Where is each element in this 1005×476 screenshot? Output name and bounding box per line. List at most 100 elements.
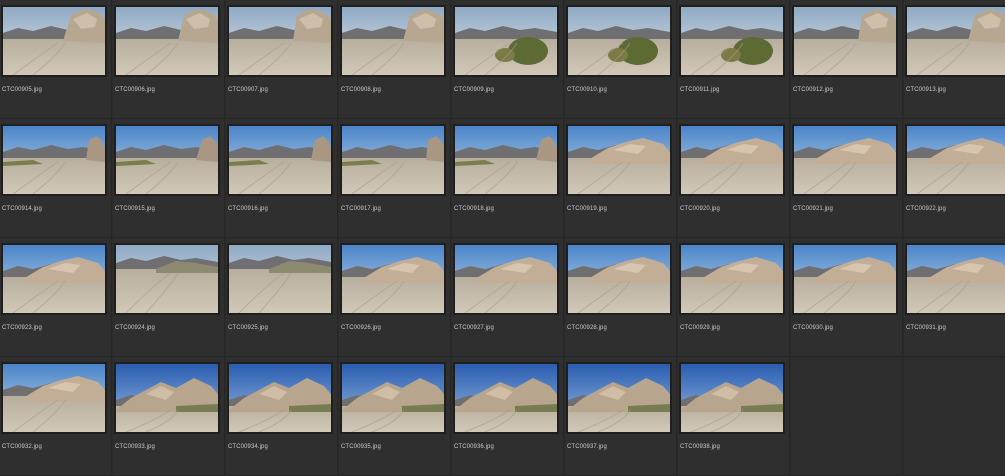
- file-name-label: CTC00933.jpg: [115, 444, 155, 450]
- image-thumbnail[interactable]: [681, 245, 783, 313]
- thumbnail-cell[interactable]: CTC00911.jpg: [678, 0, 790, 119]
- image-thumbnail[interactable]: [681, 364, 783, 432]
- file-name-label: CTC00931.jpg: [906, 325, 946, 331]
- image-thumbnail[interactable]: [229, 7, 331, 75]
- image-thumbnail[interactable]: [342, 126, 444, 194]
- thumbnail-cell[interactable]: CTC00905.jpg: [0, 0, 112, 119]
- file-name-label: CTC00937.jpg: [567, 444, 607, 450]
- empty-cell: [791, 357, 903, 476]
- thumbnail-cell[interactable]: CTC00926.jpg: [339, 238, 451, 357]
- image-thumbnail[interactable]: [794, 126, 896, 194]
- file-name-label: CTC00924.jpg: [115, 325, 155, 331]
- thumbnail-cell[interactable]: CTC00923.jpg: [0, 238, 112, 357]
- thumbnail-cell[interactable]: CTC00908.jpg: [339, 0, 451, 119]
- thumbnail-cell[interactable]: CTC00912.jpg: [791, 0, 903, 119]
- file-name-label: CTC00917.jpg: [341, 206, 381, 212]
- image-thumbnail[interactable]: [116, 245, 218, 313]
- image-thumbnail[interactable]: [116, 364, 218, 432]
- file-name-label: CTC00908.jpg: [341, 87, 381, 93]
- image-thumbnail[interactable]: [681, 7, 783, 75]
- file-name-label: CTC00936.jpg: [454, 444, 494, 450]
- thumbnail-cell[interactable]: CTC00919.jpg: [565, 119, 677, 238]
- thumbnail-cell[interactable]: CTC00927.jpg: [452, 238, 564, 357]
- image-thumbnail[interactable]: [455, 364, 557, 432]
- image-thumbnail[interactable]: [3, 245, 105, 313]
- file-name-label: CTC00905.jpg: [2, 87, 42, 93]
- thumbnail-cell[interactable]: CTC00922.jpg: [904, 119, 1005, 238]
- image-thumbnail[interactable]: [116, 126, 218, 194]
- image-thumbnail[interactable]: [455, 126, 557, 194]
- thumbnail-cell[interactable]: CTC00935.jpg: [339, 357, 451, 476]
- thumbnail-cell[interactable]: CTC00921.jpg: [791, 119, 903, 238]
- file-name-label: CTC00916.jpg: [228, 206, 268, 212]
- image-thumbnail[interactable]: [681, 126, 783, 194]
- image-thumbnail[interactable]: [794, 245, 896, 313]
- file-name-label: CTC00932.jpg: [2, 444, 42, 450]
- image-thumbnail[interactable]: [568, 245, 670, 313]
- file-name-label: CTC00912.jpg: [793, 87, 833, 93]
- file-name-label: CTC00934.jpg: [228, 444, 268, 450]
- file-name-label: CTC00919.jpg: [567, 206, 607, 212]
- thumbnail-cell[interactable]: CTC00907.jpg: [226, 0, 338, 119]
- file-name-label: CTC00927.jpg: [454, 325, 494, 331]
- file-name-label: CTC00913.jpg: [906, 87, 946, 93]
- image-thumbnail[interactable]: [342, 364, 444, 432]
- file-name-label: CTC00928.jpg: [567, 325, 607, 331]
- thumbnail-cell[interactable]: CTC00929.jpg: [678, 238, 790, 357]
- image-thumbnail[interactable]: [907, 245, 1005, 313]
- thumbnail-cell[interactable]: CTC00930.jpg: [791, 238, 903, 357]
- file-name-label: CTC00906.jpg: [115, 87, 155, 93]
- image-thumbnail[interactable]: [342, 245, 444, 313]
- thumbnail-cell[interactable]: CTC00920.jpg: [678, 119, 790, 238]
- thumbnail-cell[interactable]: CTC00916.jpg: [226, 119, 338, 238]
- thumbnail-cell[interactable]: CTC00917.jpg: [339, 119, 451, 238]
- image-thumbnail[interactable]: [342, 7, 444, 75]
- file-name-label: CTC00923.jpg: [2, 325, 42, 331]
- image-thumbnail[interactable]: [3, 126, 105, 194]
- file-name-label: CTC00935.jpg: [341, 444, 381, 450]
- file-name-label: CTC00930.jpg: [793, 325, 833, 331]
- image-thumbnail[interactable]: [568, 364, 670, 432]
- image-thumbnail[interactable]: [568, 126, 670, 194]
- thumbnail-cell[interactable]: CTC00914.jpg: [0, 119, 112, 238]
- thumbnail-cell[interactable]: CTC00936.jpg: [452, 357, 564, 476]
- thumbnail-cell[interactable]: CTC00933.jpg: [113, 357, 225, 476]
- thumbnail-cell[interactable]: CTC00915.jpg: [113, 119, 225, 238]
- image-thumbnail[interactable]: [3, 364, 105, 432]
- image-thumbnail[interactable]: [907, 7, 1005, 75]
- image-thumbnail[interactable]: [794, 7, 896, 75]
- file-name-label: CTC00911.jpg: [680, 87, 720, 93]
- thumbnail-cell[interactable]: CTC00937.jpg: [565, 357, 677, 476]
- image-thumbnail[interactable]: [568, 7, 670, 75]
- empty-cell: [904, 357, 1005, 476]
- thumbnail-cell[interactable]: CTC00938.jpg: [678, 357, 790, 476]
- thumbnail-grid: CTC00905.jpg CTC00906.jpg CTC00907.jpg C…: [0, 0, 1005, 476]
- image-thumbnail[interactable]: [116, 7, 218, 75]
- file-name-label: CTC00922.jpg: [906, 206, 946, 212]
- thumbnail-cell[interactable]: CTC00931.jpg: [904, 238, 1005, 357]
- thumbnail-cell[interactable]: CTC00928.jpg: [565, 238, 677, 357]
- thumbnail-cell[interactable]: CTC00924.jpg: [113, 238, 225, 357]
- thumbnail-cell[interactable]: CTC00925.jpg: [226, 238, 338, 357]
- image-thumbnail[interactable]: [229, 364, 331, 432]
- image-thumbnail[interactable]: [907, 126, 1005, 194]
- file-name-label: CTC00926.jpg: [341, 325, 381, 331]
- file-name-label: CTC00925.jpg: [228, 325, 268, 331]
- file-name-label: CTC00920.jpg: [680, 206, 720, 212]
- thumbnail-cell[interactable]: CTC00910.jpg: [565, 0, 677, 119]
- image-thumbnail[interactable]: [455, 7, 557, 75]
- thumbnail-cell[interactable]: CTC00909.jpg: [452, 0, 564, 119]
- thumbnail-cell[interactable]: CTC00918.jpg: [452, 119, 564, 238]
- image-thumbnail[interactable]: [3, 7, 105, 75]
- thumbnail-cell[interactable]: CTC00932.jpg: [0, 357, 112, 476]
- file-name-label: CTC00907.jpg: [228, 87, 268, 93]
- thumbnail-cell[interactable]: CTC00934.jpg: [226, 357, 338, 476]
- file-name-label: CTC00938.jpg: [680, 444, 720, 450]
- file-name-label: CTC00929.jpg: [680, 325, 720, 331]
- image-thumbnail[interactable]: [229, 245, 331, 313]
- image-thumbnail[interactable]: [455, 245, 557, 313]
- thumbnail-cell[interactable]: CTC00913.jpg: [904, 0, 1005, 119]
- image-thumbnail[interactable]: [229, 126, 331, 194]
- file-name-label: CTC00921.jpg: [793, 206, 833, 212]
- thumbnail-cell[interactable]: CTC00906.jpg: [113, 0, 225, 119]
